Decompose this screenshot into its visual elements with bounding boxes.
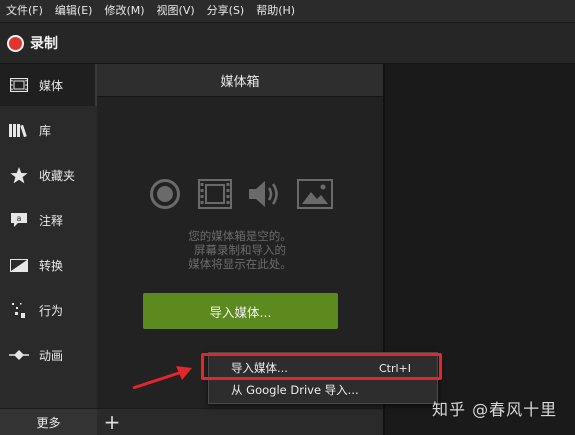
nav-item-animations[interactable]: 动画 [0, 334, 97, 376]
add-media-button[interactable]: + [101, 411, 123, 433]
highlight-box [201, 353, 442, 380]
nav-item-behaviors[interactable]: 行为 [0, 289, 97, 331]
record-toolbar: 录制 [0, 22, 575, 64]
media-type-icons [97, 177, 383, 211]
menu-file[interactable]: 文件(F) [6, 0, 43, 22]
menu-modify[interactable]: 修改(M) [104, 0, 144, 22]
menu-view[interactable]: 视图(V) [157, 0, 195, 22]
film-icon [9, 76, 29, 94]
more-button[interactable]: 更多 [0, 408, 97, 435]
nav-item-library[interactable]: 库 [0, 109, 97, 151]
nav-label-library: 库 [39, 123, 52, 138]
menu-item-import-google-drive[interactable]: 从 Google Drive 导入... [209, 379, 437, 401]
nav-label-animations: 动画 [39, 348, 64, 363]
record-icon [147, 177, 183, 211]
media-bin-footer: + [97, 408, 383, 435]
menu-share[interactable]: 分享(S) [207, 0, 245, 22]
image-icon [297, 177, 333, 211]
nav-label-favorites: 收藏夹 [39, 168, 76, 183]
empty-line-2: 屏幕录制和导入的 [194, 243, 286, 257]
svg-text:a: a [17, 214, 22, 223]
nav-label-behaviors: 行为 [39, 303, 64, 318]
empty-line-1: 您的媒体箱是空的。 [188, 229, 292, 243]
star-icon [9, 166, 29, 184]
nav-item-transitions[interactable]: 转换 [0, 244, 97, 286]
left-nav: 媒体 库 收藏夹 a 注释 转换 行为 动画 更多 [0, 64, 97, 435]
media-bin-title: 媒体箱 [97, 64, 383, 97]
nav-label-transitions: 转换 [39, 258, 64, 273]
empty-media-message: 您的媒体箱是空的。 屏幕录制和导入的 媒体将显示在此处。 [97, 229, 383, 271]
menu-bar: 文件(F) 编辑(E) 修改(M) 视图(V) 分享(S) 帮助(H) [0, 0, 575, 22]
nav-item-media[interactable]: 媒体 [0, 64, 97, 106]
transition-icon [9, 256, 29, 274]
nav-label-media: 媒体 [39, 78, 64, 93]
behavior-icon [9, 301, 29, 319]
record-button[interactable]: 录制 [7, 33, 58, 53]
animation-icon [9, 346, 29, 364]
audio-icon [247, 177, 283, 211]
record-icon [7, 34, 24, 52]
import-media-button[interactable]: 导入媒体... [143, 293, 338, 329]
menu-edit[interactable]: 编辑(E) [55, 0, 93, 22]
menu-item-import-google-drive-label: 从 Google Drive 导入... [231, 383, 359, 397]
annotation-arrow-icon [132, 366, 192, 390]
watermark: 知乎 @春风十里 [432, 400, 558, 419]
menu-help[interactable]: 帮助(H) [256, 0, 295, 22]
record-label: 录制 [30, 36, 58, 52]
annotation-icon: a [9, 211, 29, 229]
empty-line-3: 媒体将显示在此处。 [188, 257, 292, 271]
library-icon [9, 121, 29, 139]
nav-item-annotations[interactable]: a 注释 [0, 199, 97, 241]
nav-label-annotations: 注释 [39, 213, 64, 228]
nav-item-favorites[interactable]: 收藏夹 [0, 154, 97, 196]
film-icon [197, 177, 233, 211]
